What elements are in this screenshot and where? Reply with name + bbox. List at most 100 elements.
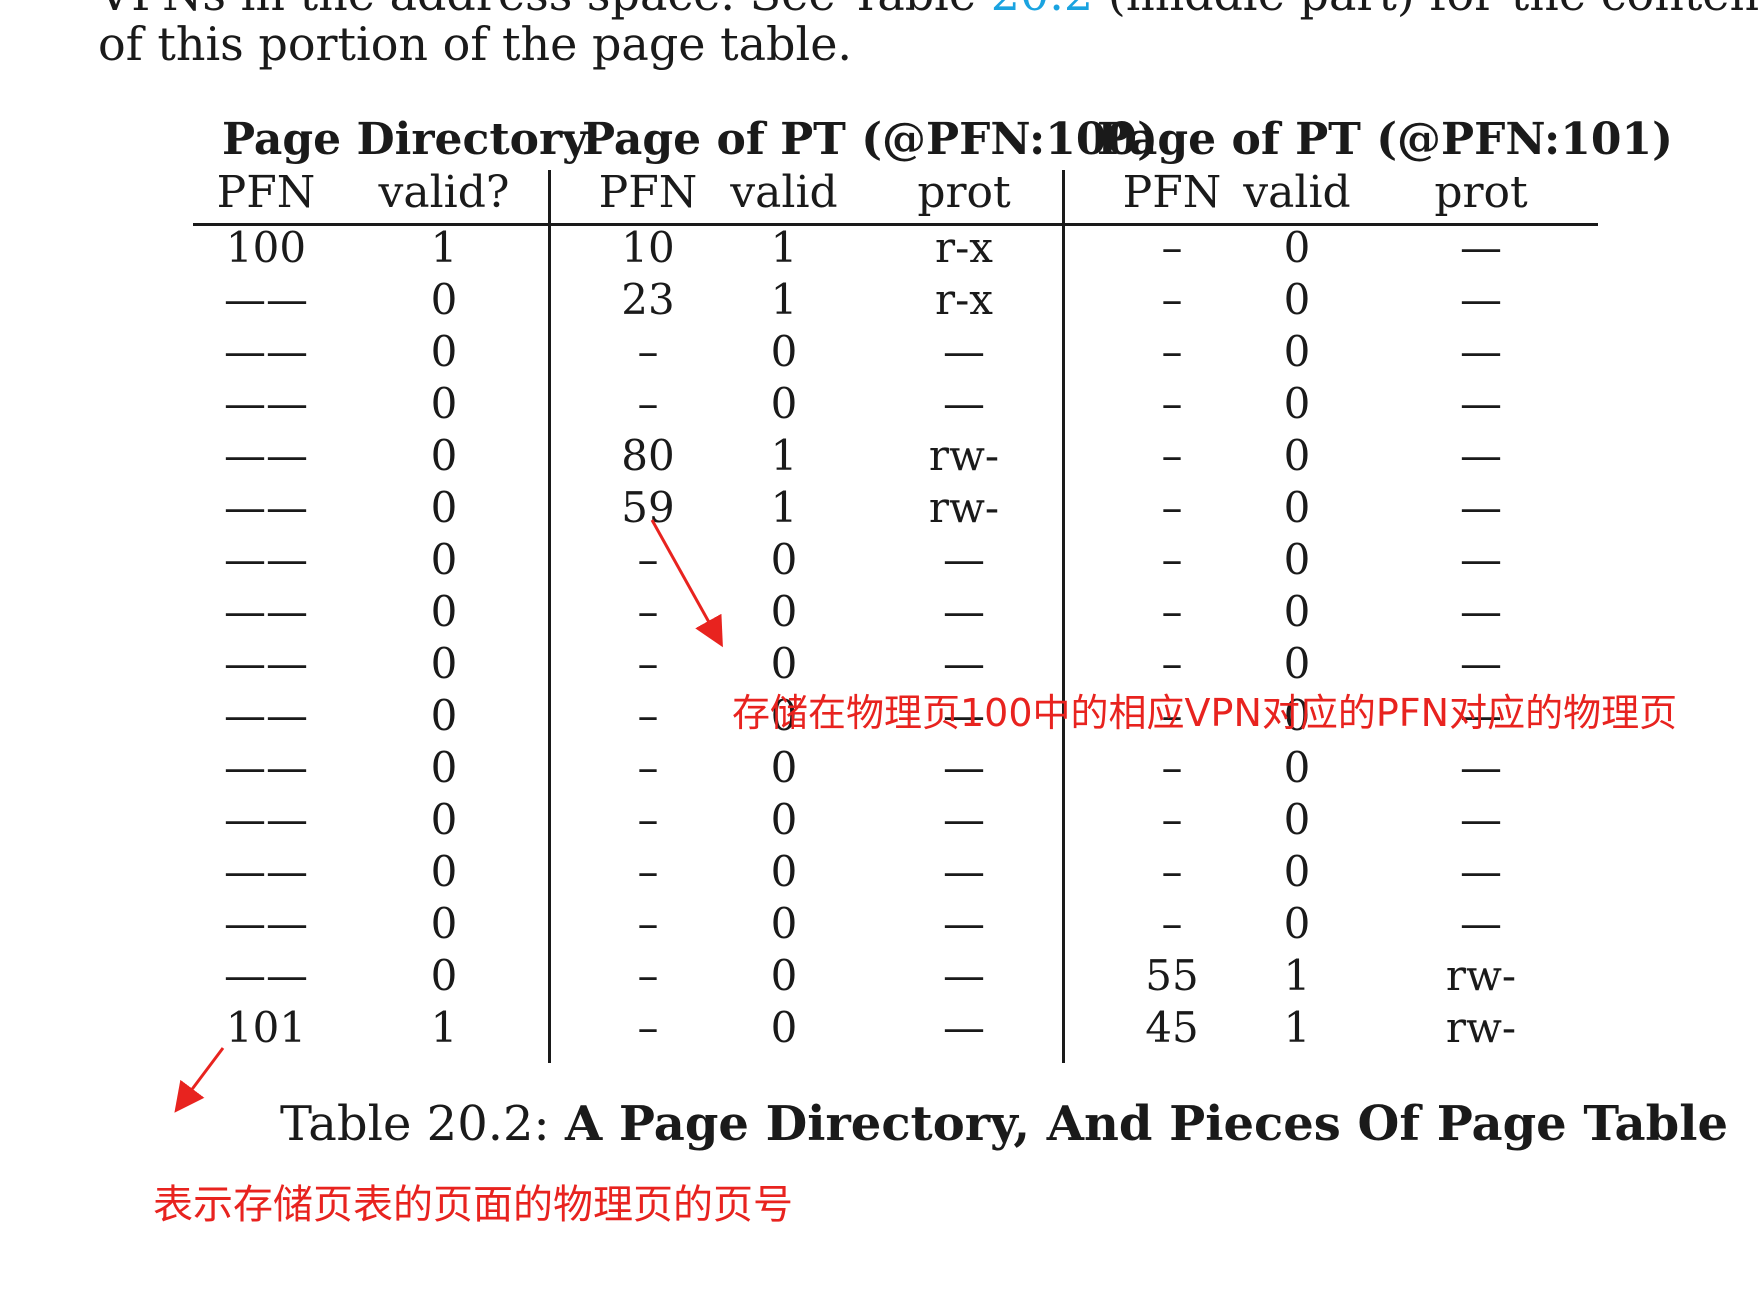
cell-pt100-valid: 0 [770,795,798,844]
cell-pt101-prot: — [1460,483,1502,532]
column-divider-2 [1062,170,1065,1063]
cell-pt101-prot: — [1460,327,1502,376]
intro-text: (middle part) for the contents [1093,0,1762,21]
cell-pt100-prot: — [943,535,985,584]
cell-dir-pfn: —— [224,483,308,532]
caption-label: Table 20.2: [280,1096,550,1152]
cell-dir-pfn: 100 [225,223,307,272]
cell-dir-pfn: 101 [225,1003,307,1052]
cell-pt101-valid: 0 [1283,275,1311,324]
arrow-to-directory-note [174,1047,225,1113]
cell-dir-valid: 0 [430,847,458,896]
cell-pt101-valid: 0 [1283,899,1311,948]
intro-line-2: of this portion of the page table. [98,17,853,71]
cell-dir-valid: 0 [430,691,458,740]
group-header-pt-100: Page of PT (@PFN:100) [582,114,1158,165]
intro-paragraph: VPNs in the address space. See Table 20.… [98,0,1762,80]
cell-pt101-valid: 0 [1283,795,1311,844]
column-header-pt100-valid: valid [730,167,838,218]
cell-dir-valid: 0 [430,535,458,584]
cell-pt100-valid: 0 [770,587,798,636]
column-header-dir-valid: valid? [378,167,510,218]
cell-pt100-prot: — [943,1003,985,1052]
cell-pt100-prot: — [943,587,985,636]
annotation-directory-note: 表示存储页表的页面的物理页的页号 [153,1182,793,1228]
cell-pt100-valid: 0 [770,639,798,688]
cell-pt100-valid: 1 [770,483,798,532]
cell-pt101-prot: — [1460,431,1502,480]
cell-pt100-valid: 0 [770,743,798,792]
cell-dir-pfn: —— [224,899,308,948]
cell-dir-valid: 0 [430,379,458,428]
cell-pt101-valid: 0 [1283,535,1311,584]
cell-dir-pfn: —— [224,587,308,636]
cell-dir-pfn: —— [224,743,308,792]
cell-dir-valid: 0 [430,951,458,1000]
table-caption: Table 20.2: A Page Directory, And Pieces… [280,1094,1728,1154]
cell-pt101-valid: 0 [1283,743,1311,792]
cell-dir-valid: 0 [430,795,458,844]
cell-pt100-prot: — [943,327,985,376]
cell-dir-valid: 1 [430,1003,458,1052]
cell-pt101-valid: 1 [1283,951,1311,1000]
cell-pt100-valid: 1 [770,275,798,324]
cell-dir-valid: 0 [430,743,458,792]
cell-pt101-valid: 1 [1283,1003,1311,1052]
cell-pt100-prot: — [943,379,985,428]
cell-pt100-prot: r-x [935,275,993,324]
cell-pt100-valid: 0 [770,379,798,428]
cell-pt100-valid: 0 [770,1003,798,1052]
cell-dir-pfn: —— [224,951,308,1000]
cell-pt101-valid: 0 [1283,379,1311,428]
cell-dir-valid: 0 [430,327,458,376]
cell-pt100-valid: 0 [770,899,798,948]
cell-pt101-prot: — [1460,223,1502,272]
cell-dir-pfn: —— [224,847,308,896]
annotation-pt-note: 存储在物理页100中的相应VPN对应的PFN对应的物理页 [732,691,1678,735]
cell-pt101-prot: — [1460,379,1502,428]
cell-pt101-prot: — [1460,847,1502,896]
cell-pt100-prot: rw- [928,431,1000,480]
cell-dir-pfn: —— [224,639,308,688]
cell-pt101-prot: — [1460,639,1502,688]
cell-pt101-valid: 0 [1283,847,1311,896]
cell-pt101-valid: 0 [1283,639,1311,688]
cell-pt100-prot: r-x [935,223,993,272]
cell-pt101-prot: — [1460,587,1502,636]
cell-pt100-prot: rw- [928,483,1000,532]
column-divider-1 [548,170,551,1063]
cell-pt101-valid: 0 [1283,327,1311,376]
group-header-pt-101: Page of PT (@PFN:101) [1097,114,1673,165]
cell-pt100-prot: — [943,899,985,948]
cell-pt100-valid: 1 [770,223,798,272]
cell-pt100-prot: — [943,795,985,844]
cell-dir-pfn: —— [224,379,308,428]
cell-pt101-valid: 0 [1283,223,1311,272]
cell-pt101-prot: rw- [1445,1003,1517,1052]
cell-pt100-prot: — [943,847,985,896]
cell-pt101-prot: rw- [1445,951,1517,1000]
cell-dir-valid: 0 [430,587,458,636]
cell-pt100-prot: — [943,951,985,1000]
cell-pt100-prot: — [943,743,985,792]
cell-pt100-valid: 1 [770,431,798,480]
cell-pt100-valid: 0 [770,951,798,1000]
cell-dir-pfn: —— [224,431,308,480]
cell-dir-valid: 1 [430,223,458,272]
cell-dir-valid: 0 [430,483,458,532]
cell-pt101-valid: 0 [1283,587,1311,636]
cell-dir-valid: 0 [430,639,458,688]
cell-pt100-prot: — [943,639,985,688]
table-reference-link[interactable]: 20.2 [991,0,1093,21]
column-header-pt101-prot: prot [1434,167,1528,218]
caption-title: A Page Directory, And Pieces Of Page Tab… [564,1096,1728,1152]
cell-pt101-valid: 0 [1283,431,1311,480]
cell-pt101-prot: — [1460,899,1502,948]
cell-pt100-valid: 0 [770,327,798,376]
cell-pt100-valid: 0 [770,847,798,896]
cell-pt101-prot: — [1460,743,1502,792]
cell-pt101-prot: — [1460,535,1502,584]
group-header-page-directory: Page Directory [222,114,588,165]
cell-dir-valid: 0 [430,899,458,948]
cell-dir-pfn: —— [224,327,308,376]
